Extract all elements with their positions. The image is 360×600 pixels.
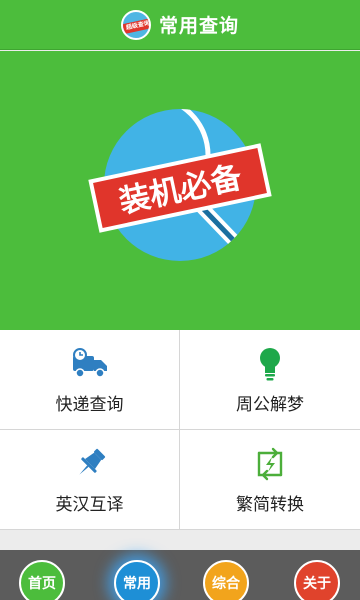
promo-banner[interactable]: 装机必备 <box>0 51 360 330</box>
tile-label: 周公解梦 <box>236 395 304 415</box>
banner-graphic: 装机必备 <box>88 109 272 261</box>
nav-about-button[interactable]: 关于 <box>294 560 340 600</box>
app-logo-icon: 超级查询 <box>120 9 151 40</box>
tile-dream-interpretation[interactable]: 周公解梦 <box>180 330 360 430</box>
tile-label: 英汉互译 <box>55 495 124 515</box>
lightbulb-icon <box>250 344 290 384</box>
nav-common-button[interactable]: 常用 <box>114 560 160 600</box>
nav-general-button[interactable]: 综合 <box>203 560 249 600</box>
tile-label: 快递查询 <box>55 395 124 415</box>
spacer <box>0 530 360 550</box>
bottom-nav: 首页 常用 综合 关于 <box>0 550 360 600</box>
app-logo-text: 超级查询 <box>122 16 149 35</box>
tile-translation[interactable]: 英汉互译 <box>0 430 180 530</box>
convert-arrows-icon <box>250 444 290 484</box>
tool-grid: 快递查询 周公解梦 英汉互译 繁简转换 <box>0 330 360 530</box>
tile-char-conversion[interactable]: 繁简转换 <box>180 430 360 530</box>
tile-label: 繁简转换 <box>236 495 304 515</box>
pushpin-icon <box>70 444 110 484</box>
delivery-truck-icon <box>70 344 110 384</box>
title-bar: 超级查询 常用查询 <box>0 0 360 50</box>
nav-home-button[interactable]: 首页 <box>19 560 65 600</box>
page-title: 常用查询 <box>158 15 239 37</box>
tile-express-query[interactable]: 快递查询 <box>0 330 180 430</box>
